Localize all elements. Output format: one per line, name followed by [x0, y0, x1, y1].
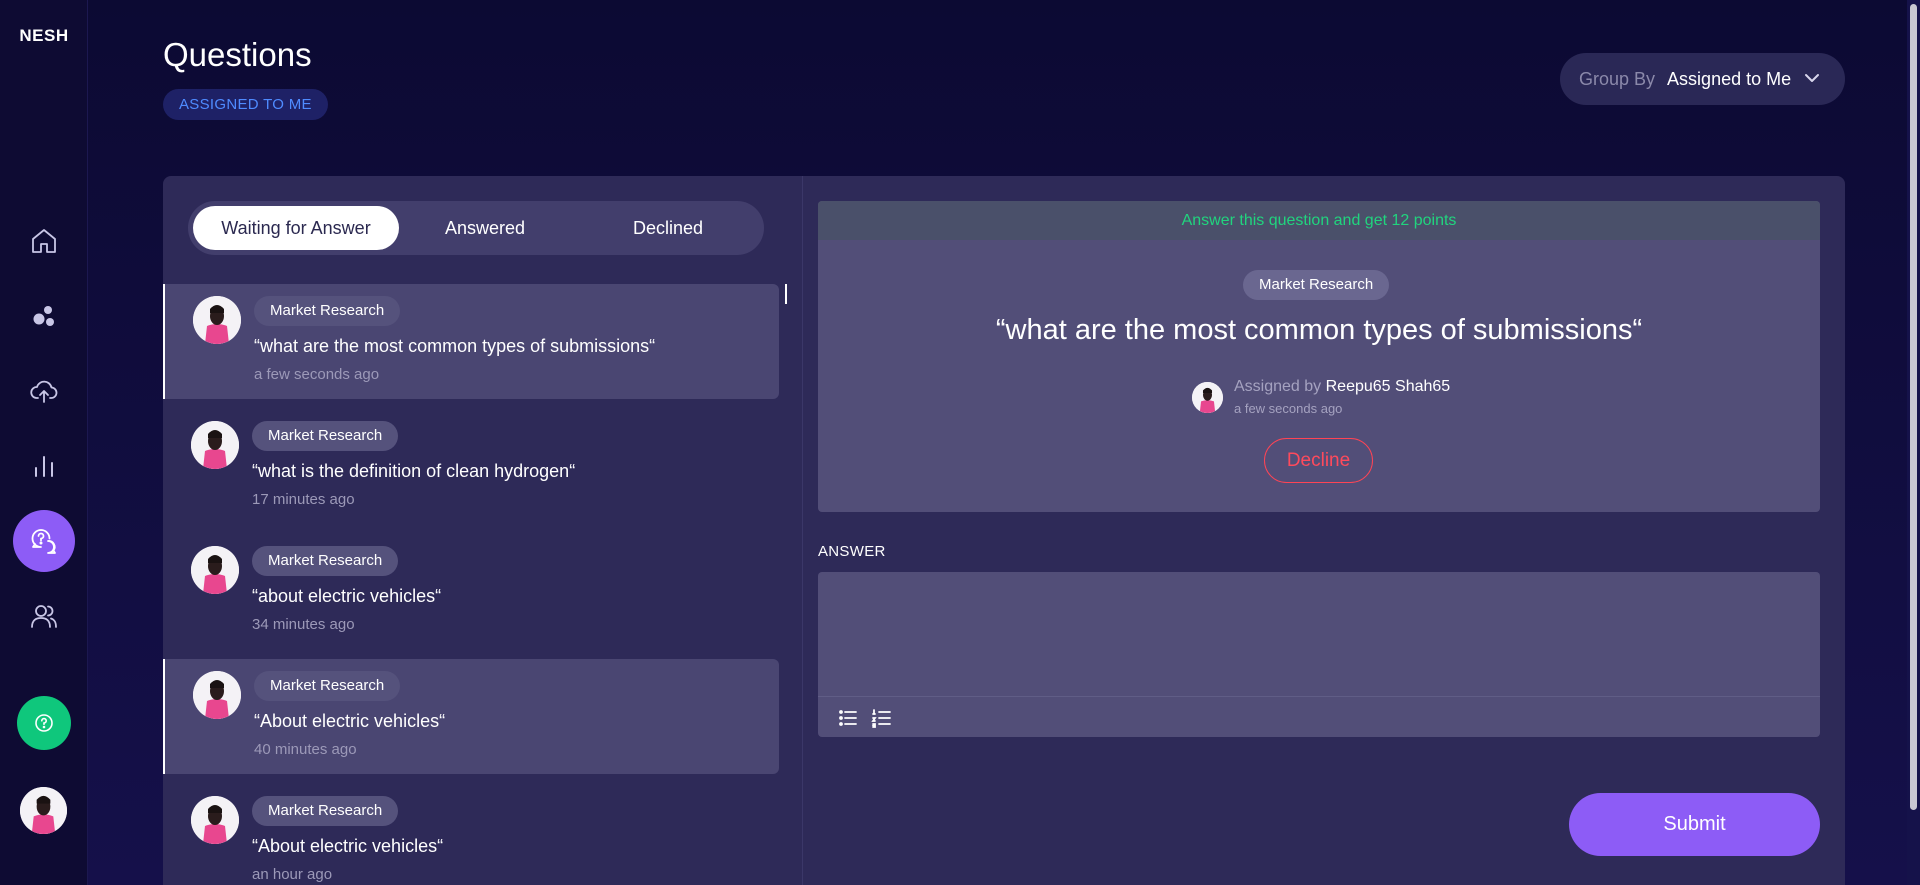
question-category-tag: Market Research — [254, 296, 401, 326]
bubbles-icon — [33, 306, 54, 326]
question-list-item[interactable]: Market Research “what is the definition … — [163, 409, 779, 524]
assigned-by-label: Assigned by — [1234, 378, 1322, 395]
nav-home[interactable] — [13, 210, 75, 272]
user-avatar[interactable] — [20, 787, 67, 834]
tab-answered[interactable]: Answered — [402, 206, 568, 250]
question-chat-icon — [31, 529, 56, 554]
asker-avatar — [191, 421, 239, 469]
page-scrollbar[interactable] — [1907, 0, 1920, 885]
detail-category-tag: Market Research — [1243, 270, 1390, 300]
asker-avatar — [193, 671, 241, 719]
question-list-item[interactable]: Market Research “About electric vehicles… — [163, 784, 779, 885]
submit-button[interactable]: Submit — [1569, 793, 1820, 856]
question-time: a few seconds ago — [254, 366, 380, 383]
sidebar: NESH — [0, 0, 88, 885]
detail-question-text: “what are the most common types of submi… — [995, 314, 1643, 346]
decline-button[interactable]: Decline — [1264, 438, 1373, 483]
nav-questions[interactable] — [13, 510, 75, 572]
help-button[interactable] — [17, 696, 71, 750]
text-cursor — [785, 284, 787, 304]
question-category-tag: Market Research — [252, 546, 399, 576]
question-list-column: Waiting for Answer Answered Declined Mar… — [163, 176, 803, 885]
cloud-upload-icon — [30, 380, 58, 403]
question-text: “about electric vehicles“ — [252, 586, 442, 606]
assigned-by-name: Reepu65 Shah65 — [1325, 378, 1451, 395]
asker-avatar — [191, 546, 239, 594]
nav-users[interactable] — [13, 585, 75, 647]
answer-label: ANSWER — [818, 543, 886, 560]
asker-avatar — [193, 296, 241, 344]
group-by-select[interactable]: Group By Assigned to Me — [1560, 53, 1845, 105]
question-detail-card: Answer this question and get 12 points M… — [818, 201, 1820, 512]
question-circle-icon — [35, 714, 53, 732]
questions-panel: Waiting for Answer Answered Declined Mar… — [163, 176, 1845, 885]
question-category-tag: Market Research — [252, 421, 399, 451]
question-time: 40 minutes ago — [254, 741, 357, 758]
assigner-avatar — [1192, 382, 1223, 413]
assigned-filter-chip[interactable]: ASSIGNED TO ME — [163, 89, 328, 120]
question-text: “what are the most common types of submi… — [254, 336, 656, 356]
nav-analytics[interactable] — [13, 435, 75, 497]
avatar-image — [20, 787, 67, 834]
status-tabs: Waiting for Answer Answered Declined — [188, 201, 764, 255]
answer-input[interactable] — [818, 572, 1820, 696]
group-by-label: Group By — [1579, 68, 1656, 89]
points-banner: Answer this question and get 12 points — [818, 201, 1820, 240]
page-title: Questions — [163, 36, 312, 73]
question-list-item[interactable]: Market Research “about electric vehicles… — [163, 534, 779, 649]
scrollbar-thumb[interactable] — [1910, 4, 1917, 810]
home-icon — [32, 229, 56, 253]
assigned-time: a few seconds ago — [1234, 401, 1343, 416]
answer-toolbar — [818, 696, 1820, 737]
question-time: 17 minutes ago — [252, 491, 355, 508]
chevron-down-icon — [1805, 74, 1819, 82]
assigned-by-line: Assigned by Reepu65 Shah65 — [1234, 378, 1450, 396]
question-text: “About electric vehicles“ — [252, 836, 444, 856]
app-root: NESH Questions ASSIGNED TO ME Group By A… — [0, 0, 1920, 885]
numbered-list-icon[interactable] — [870, 706, 894, 730]
bullet-list-icon[interactable] — [836, 706, 860, 730]
bar-chart-icon — [35, 456, 53, 477]
assigner-info: Assigned by Reepu65 Shah65 a few seconds… — [1192, 378, 1552, 418]
question-list-item[interactable]: Market Research “what are the most commo… — [163, 284, 779, 399]
question-category-tag: Market Research — [252, 796, 399, 826]
app-logo[interactable]: NESH — [0, 26, 88, 46]
question-time: 34 minutes ago — [252, 616, 355, 633]
tab-declined[interactable]: Declined — [578, 206, 758, 250]
users-icon — [31, 605, 57, 628]
question-category-tag: Market Research — [254, 671, 401, 701]
question-list-item[interactable]: Market Research “About electric vehicles… — [163, 659, 779, 774]
group-by-value: Assigned to Me — [1667, 68, 1792, 89]
nav-bubbles[interactable] — [13, 285, 75, 347]
answer-editor — [818, 572, 1820, 737]
tab-waiting-for-answer[interactable]: Waiting for Answer — [193, 206, 399, 250]
question-text: “About electric vehicles“ — [254, 711, 446, 731]
question-time: an hour ago — [252, 866, 333, 883]
nav-upload[interactable] — [13, 360, 75, 422]
asker-avatar — [191, 796, 239, 844]
question-text: “what is the definition of clean hydroge… — [252, 461, 576, 481]
